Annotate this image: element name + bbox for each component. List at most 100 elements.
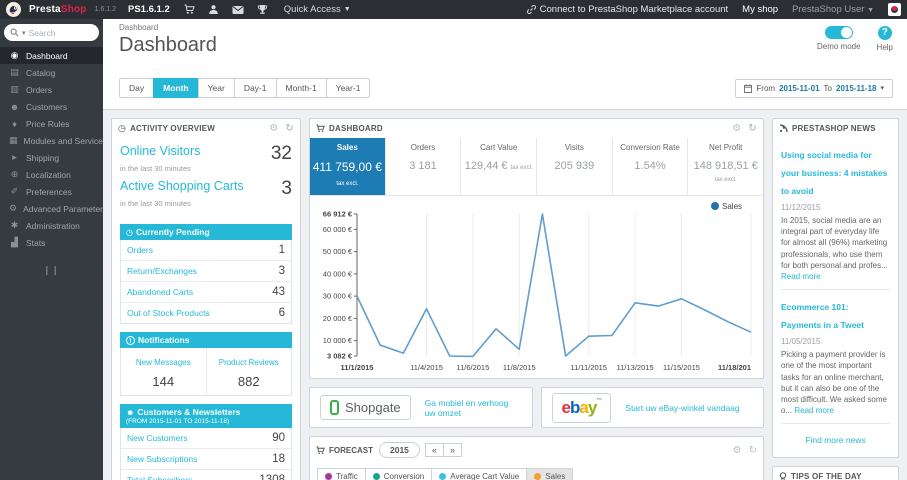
sidebar-item-catalog[interactable]: ▤ Catalog <box>0 64 103 81</box>
product-reviews-link[interactable]: Product Reviews <box>219 358 279 367</box>
list-item: Out of Stock Products 6 <box>121 303 291 323</box>
abandoned-carts-link[interactable]: Abandoned Carts <box>127 287 193 297</box>
forecast-chip-average-cart-value[interactable]: Average Cart Value <box>431 468 528 480</box>
period-month-button[interactable]: Month <box>153 78 199 98</box>
kpi-conversion-rate[interactable]: Conversion Rate 1.54% <box>613 138 689 195</box>
out-of-stock-link[interactable]: Out of Stock Products <box>127 308 210 318</box>
quick-access-menu[interactable]: Quick Access ▼ <box>284 4 351 15</box>
sidebar-item-modules[interactable]: ▦ Modules and Services <box>0 132 103 149</box>
new-messages-link[interactable]: New Messages <box>136 358 191 367</box>
panel-settings-icon[interactable]: ⚙ <box>733 445 742 456</box>
pending-returns-link[interactable]: Return/Exchanges <box>127 266 197 276</box>
globe-icon: ⊕ <box>10 169 19 179</box>
panel-refresh-icon[interactable]: ↻ <box>748 123 757 134</box>
dashboard-panel: Dashboard ⚙ ↻ Sales 411 759,00 € tax excl… <box>309 118 764 379</box>
forecast-next-button[interactable]: » <box>442 443 462 457</box>
kpi-visits[interactable]: Visits 205 939 <box>537 138 613 195</box>
demo-mode-toggle[interactable] <box>824 26 853 39</box>
period-year-button[interactable]: Year <box>197 78 235 98</box>
online-visitors-link[interactable]: Online Visitors <box>120 144 200 158</box>
period-day-1-button[interactable]: Day-1 <box>233 78 277 98</box>
sidebar-search[interactable]: ▾ <box>4 24 99 41</box>
brand-wordmark: PrestaShop <box>29 4 87 15</box>
cart-icon[interactable] <box>184 4 195 15</box>
ebay-ad-link[interactable]: Start uw eBay-winkel vandaag <box>625 403 739 413</box>
kpi-orders[interactable]: Orders 3 181 <box>386 138 462 195</box>
user-avatar[interactable] <box>888 3 901 16</box>
new-customers-link[interactable]: New Customers <box>127 433 187 443</box>
marketplace-connect-link[interactable]: Connect to PrestaShop Marketplace accoun… <box>526 4 728 15</box>
module-ads-row: Shopgate Ga mobiel en verhoog uw omzet e… <box>309 387 764 428</box>
list-item: Total Subscribers 1308 <box>121 470 291 480</box>
news-article-date: 11/05/2015 <box>781 337 821 347</box>
svg-text:10 000 €: 10 000 € <box>323 336 353 345</box>
sidebar-item-dashboard[interactable]: ◉ Dashboard <box>0 47 103 64</box>
panel-refresh-icon[interactable]: ↻ <box>285 123 294 134</box>
shop-name[interactable]: PS1.6.1.2 <box>128 4 170 15</box>
new-subscriptions-link[interactable]: New Subscriptions <box>127 454 197 464</box>
news-article-title[interactable]: Using social media for your business: 4 … <box>781 150 887 196</box>
product-reviews-value: 882 <box>237 374 260 389</box>
mail-icon[interactable] <box>232 5 244 15</box>
tips-panel-title: Tips of the day <box>791 472 862 480</box>
news-article-title[interactable]: Ecommerce 101: Payments in a Tweet <box>781 302 864 330</box>
forecast-chip-conversion[interactable]: Conversion <box>364 468 433 480</box>
panel-settings-icon[interactable]: ⚙ <box>732 123 741 134</box>
sidebar-item-stats[interactable]: ▟ Stats <box>0 234 103 251</box>
active-carts-link[interactable]: Active Shopping Carts <box>120 179 244 193</box>
period-year-1-button[interactable]: Year-1 <box>325 78 371 98</box>
total-subscribers-value: 1308 <box>259 474 285 480</box>
list-item: Abandoned Carts 43 <box>121 282 291 303</box>
sidebar-item-shipping[interactable]: ▸ Shipping <box>0 149 103 166</box>
chart-icon: ▟ <box>11 237 18 247</box>
kpi-cart-value[interactable]: Cart Value 129,44 € tax excl. <box>461 138 538 195</box>
svg-text:11/4/2015: 11/4/2015 <box>410 363 443 372</box>
sidebar-item-price-rules[interactable]: ♦ Price Rules <box>0 115 103 132</box>
chevron-down-icon: ▼ <box>343 6 351 13</box>
new-customers-value: 90 <box>272 432 285 444</box>
sidebar-item-localization[interactable]: ⊕ Localization <box>0 166 103 183</box>
my-shop-link[interactable]: My shop <box>742 4 778 15</box>
sales-dot-icon <box>534 473 542 480</box>
sidebar-item-preferences[interactable]: ✐ Preferences <box>0 183 103 200</box>
period-month-1-button[interactable]: Month-1 <box>275 78 327 98</box>
help-icon[interactable]: ? <box>877 26 892 40</box>
svg-text:66 912 €: 66 912 € <box>323 210 353 219</box>
user-icon[interactable] <box>208 4 219 15</box>
user-menu[interactable]: PrestaShop User ▼ <box>792 4 874 15</box>
sidebar-collapse-button[interactable]: ❙❙ <box>0 265 103 276</box>
panel-refresh-icon[interactable]: ↻ <box>749 445 757 456</box>
clock-icon: ◷ <box>118 123 127 133</box>
kpi-sales[interactable]: Sales 411 759,00 € tax excl. <box>310 138 386 195</box>
sales-line-chart: 66 912 € 60 000 € 50 000 € 40 000 € 30 000 €… <box>323 202 752 372</box>
sidebar-item-customers[interactable]: ☻ Customers <box>0 98 103 115</box>
date-range-picker[interactable]: From 2015-11-01 To 2015-11-18 ▾ <box>735 78 893 98</box>
tag-icon: ♦ <box>12 118 17 129</box>
trophy-icon[interactable] <box>257 4 268 15</box>
news-article: Using social media for your business: 4 … <box>781 145 890 282</box>
pending-orders-link[interactable]: Orders <box>127 245 153 255</box>
forecast-prev-button[interactable]: « <box>424 443 444 457</box>
forecast-chip-sales[interactable]: Sales <box>526 468 574 480</box>
read-more-link[interactable]: Read more <box>794 406 834 415</box>
read-more-link[interactable]: Read more <box>781 272 821 281</box>
panel-settings-icon[interactable]: ⚙ <box>269 123 278 134</box>
find-more-news-link[interactable]: Find more news <box>781 431 890 453</box>
shopgate-ad-link[interactable]: Ga mobiel en verhoog uw omzet <box>425 398 522 418</box>
sidebar-item-administration[interactable]: ✱ Administration <box>0 217 103 234</box>
search-input[interactable] <box>28 27 85 38</box>
period-day-button[interactable]: Day <box>119 78 155 98</box>
sidebar-item-advanced-parameters[interactable]: ⚙ Advanced Parameters <box>0 200 103 217</box>
total-subscribers-link[interactable]: Total Subscribers <box>127 475 192 480</box>
forecast-chip-traffic[interactable]: Traffic <box>317 468 366 480</box>
kpi-net-profit[interactable]: Net Profit 148 918,51 € tax excl. <box>688 138 763 195</box>
sidebar-item-orders[interactable]: ▥ Orders <box>0 81 103 98</box>
abandoned-carts-value: 43 <box>272 286 285 298</box>
breadcrumb[interactable]: Dashboard <box>119 23 897 32</box>
page-header: Dashboard Dashboard Demo mode ? Help <box>103 19 907 71</box>
online-visitors-sub: in the last 30 minutes <box>120 164 191 173</box>
svg-text:50 000 €: 50 000 € <box>323 247 353 256</box>
search-scope-caret[interactable]: ▾ <box>22 29 26 37</box>
svg-text:30 000 €: 30 000 € <box>323 292 353 301</box>
forecast-year[interactable]: 2015 <box>379 442 420 458</box>
